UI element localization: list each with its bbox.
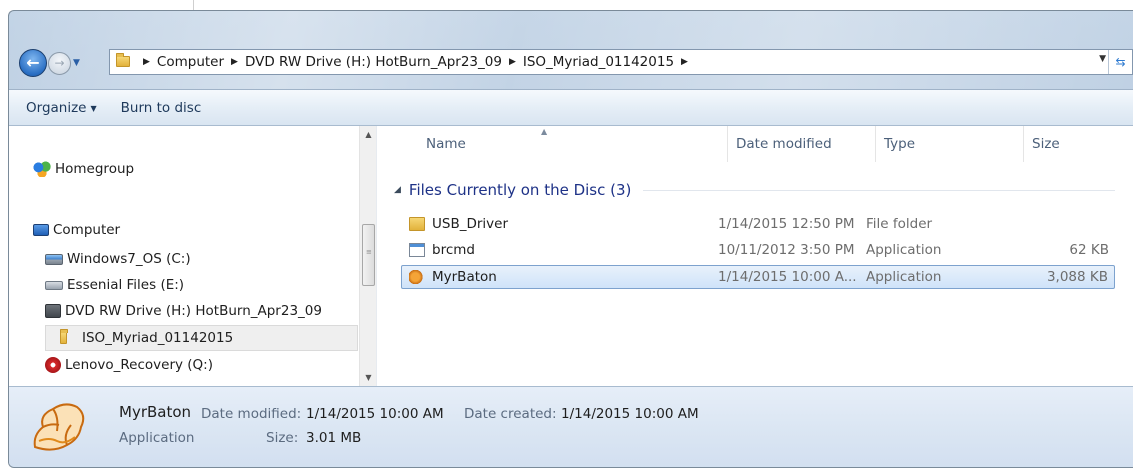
file-name: MyrBaton [432,269,497,285]
date-created-label: Date created: [464,406,557,422]
nav-item-dvd-drive[interactable]: DVD RW Drive (H:) HotBurn_Apr23_09 [45,298,322,324]
file-name: brcmd [432,242,475,258]
nav-item-label: DVD RW Drive (H:) HotBurn_Apr23_09 [65,303,322,319]
date-created-value: 1/14/2015 10:00 AM [561,406,699,422]
size-value: 3.01 MB [306,430,362,446]
details-file-type: Application [119,430,195,446]
nav-item-iso-folder[interactable]: ISO_Myriad_01142015 [45,325,358,351]
baton-app-icon [409,270,425,284]
file-size: 62 KB [1069,242,1109,258]
baton-app-icon [33,403,85,451]
column-header-type[interactable]: Type [876,126,1024,162]
explorer-window: ← → ▼ ▶ Computer ▶ DVD RW Drive (H:) Hot… [8,10,1133,468]
breadcrumb-iso-folder[interactable]: ISO_Myriad_01142015 [523,54,674,70]
breadcrumb-arrow-icon[interactable]: ▶ [231,57,238,67]
recovery-drive-icon [45,357,61,373]
column-header-label: Size [1032,136,1060,152]
scroll-down-arrow-icon[interactable]: ▼ [360,369,377,386]
file-type: Application [866,242,942,258]
content-area: Homegroup Computer Windows7_OS (C:) Esse… [9,126,1133,386]
file-size: 3,088 KB [1046,269,1108,285]
address-dropdown-icon[interactable]: ▼ [1099,54,1106,64]
file-type: Application [866,269,942,285]
file-row-usb-driver[interactable]: USB_Driver 1/14/2015 12:50 PM File folde… [402,213,1115,237]
column-header-label: Name [426,136,466,152]
computer-icon [33,224,49,236]
folder-icon [409,217,425,231]
nav-item-windows7-os[interactable]: Windows7_OS (C:) [45,246,191,272]
breadcrumb-arrow-icon[interactable]: ▶ [143,57,150,67]
breadcrumb-arrow-icon[interactable]: ▶ [509,57,516,67]
details-pane: MyrBaton Date modified: 1/14/2015 10:00 … [9,386,1133,467]
nav-item-computer[interactable]: Computer [33,217,120,243]
date-modified-label: Date modified: [201,406,302,422]
file-name: USB_Driver [432,216,509,232]
navigation-scrollbar[interactable]: ▲ ≡ ▼ [359,126,376,386]
command-bar: Organize ▼ Burn to disc [9,89,1133,126]
group-label: Files Currently on the Disc (3) [408,181,632,199]
date-modified-value: 1/14/2015 10:00 AM [306,406,444,422]
recent-pages-chevron-icon[interactable]: ▼ [73,56,83,70]
organize-label: Organize [26,99,87,116]
navigation-pane: Homegroup Computer Windows7_OS (C:) Esse… [9,126,359,386]
collapse-triangle-icon[interactable]: ◢ [394,185,401,195]
nav-item-lenovo-recovery[interactable]: Lenovo_Recovery (Q:) [45,352,213,378]
breadcrumb-computer[interactable]: Computer [157,54,224,70]
homegroup-icon [33,161,51,177]
nav-item-essenial-files[interactable]: Essenial Files (E:) [45,272,184,298]
nav-item-label: ISO_Myriad_01142015 [82,330,234,346]
file-date: 10/11/2012 3:50 PM [718,242,855,258]
drive-icon [45,280,63,290]
column-header-date[interactable]: Date modified [728,126,876,162]
nav-item-label: Lenovo_Recovery (Q:) [65,357,213,373]
drive-icon [45,253,63,265]
nav-item-label: Homegroup [55,161,135,177]
organize-button[interactable]: Organize ▼ [26,96,109,120]
file-list-pane: Name ▲ Date modified Type Size ◢ Files C… [382,126,1133,386]
application-icon [409,243,425,257]
scrollbar-thumb[interactable]: ≡ [362,224,375,286]
nav-item-homegroup[interactable]: Homegroup [33,156,134,182]
column-header-name[interactable]: Name ▲ [382,126,728,162]
group-header[interactable]: ◢ Files Currently on the Disc (3) [394,179,1115,201]
file-row-myrbaton[interactable]: MyrBaton 1/14/2015 10:00 A... Applicatio… [401,265,1115,289]
column-header-label: Date modified [736,136,832,152]
folder-icon [60,329,78,346]
address-bar[interactable]: ▶ Computer ▶ DVD RW Drive (H:) HotBurn_A… [109,49,1133,75]
nav-item-label: Essenial Files (E:) [67,277,185,293]
size-label: Size: [266,430,299,446]
chevron-down-icon: ▼ [90,103,97,113]
column-header-label: Type [884,136,916,152]
file-type: File folder [866,216,933,232]
group-divider [643,189,1115,191]
dvd-drive-icon [45,304,61,318]
sort-ascending-icon: ▲ [541,127,548,136]
back-arrow-icon[interactable]: ← [19,49,47,77]
grip-icon: ≡ [366,248,372,256]
refresh-icon[interactable]: ⇆ [1108,50,1132,74]
breadcrumb-arrow-icon[interactable]: ▶ [681,57,688,67]
file-row-brcmd[interactable]: brcmd 10/11/2012 3:50 PM Application 62 … [402,239,1115,263]
nav-item-label: Windows7_OS (C:) [67,251,191,267]
column-header-size[interactable]: Size [1024,126,1128,162]
folder-icon [116,53,130,68]
file-date: 1/14/2015 10:00 A... [718,269,857,285]
forward-arrow-icon[interactable]: → [48,52,71,75]
file-date: 1/14/2015 12:50 PM [718,216,855,232]
navigation-bar: ← → ▼ ▶ Computer ▶ DVD RW Drive (H:) Hot… [9,47,1133,77]
scroll-up-arrow-icon[interactable]: ▲ [360,126,377,143]
breadcrumb-dvd-drive[interactable]: DVD RW Drive (H:) HotBurn_Apr23_09 [245,54,502,70]
details-file-name: MyrBaton [119,403,192,421]
burn-to-disc-button[interactable]: Burn to disc [109,96,214,120]
nav-item-label: Computer [53,222,121,238]
